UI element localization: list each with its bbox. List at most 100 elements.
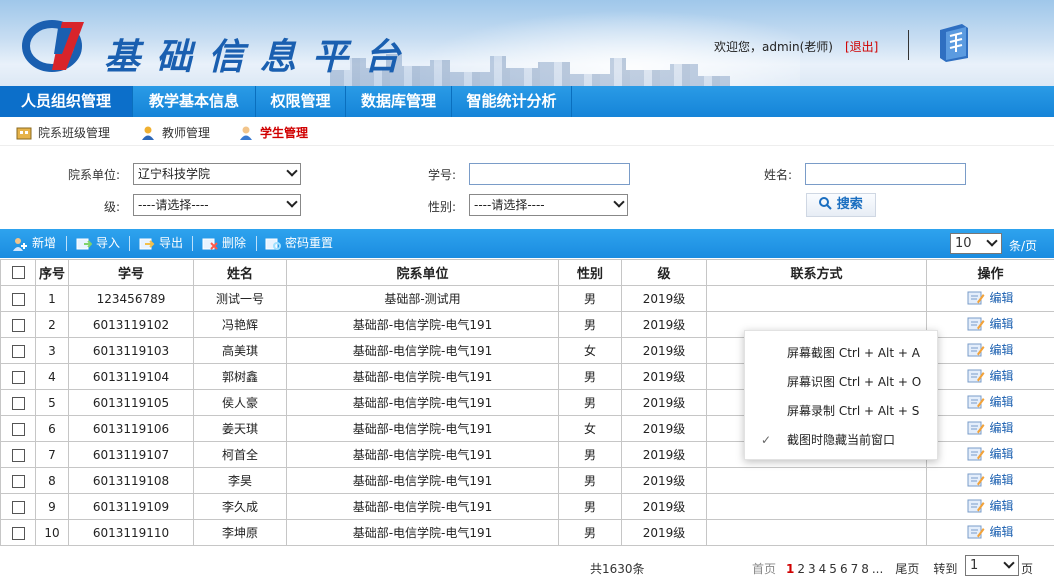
page-link[interactable]: 7 <box>851 562 859 576</box>
search-button-label: 搜索 <box>836 197 863 212</box>
menu-item-ocr[interactable]: 屏幕识图 Ctrl + Alt + O <box>745 368 939 396</box>
edit-button[interactable]: 编辑 <box>967 315 1014 332</box>
edit-icon <box>967 525 985 539</box>
grade: 2019级 <box>621 389 707 416</box>
page-size-unit: 条/页 <box>1009 239 1038 253</box>
student-name: 郭树鑫 <box>193 363 287 390</box>
select-all-checkbox[interactable] <box>11 266 25 279</box>
check-icon: ✓ <box>761 433 772 447</box>
column-header: 联系方式 <box>706 259 927 286</box>
row-checkbox[interactable] <box>11 422 25 436</box>
header-banner: 基础信息平台 欢迎您，admin(老师) [退出] <box>0 0 1054 86</box>
edit-button[interactable]: 编辑 <box>967 523 1014 540</box>
menu-item-hide-window[interactable]: ✓ 截图时隐藏当前窗口 <box>745 426 939 454</box>
edit-button[interactable]: 编辑 <box>967 497 1014 514</box>
menu-item-record[interactable]: 屏幕录制 Ctrl + Alt + S <box>745 397 939 425</box>
edit-button[interactable]: 编辑 <box>967 393 1014 410</box>
student-no: 6013119102 <box>68 311 194 338</box>
table-row: 8 6013119108 李昊 基础部-电信学院-电气191 男 2019级 编辑 <box>0 467 1054 494</box>
department: 基础部-电信学院-电气191 <box>286 441 559 468</box>
edit-label: 编辑 <box>989 395 1014 409</box>
delete-button[interactable]: 删除 <box>202 229 246 258</box>
menu-item-screenshot[interactable]: 屏幕截图 Ctrl + Alt + A <box>745 339 939 367</box>
logout-link[interactable]: [退出] <box>845 40 878 54</box>
goto-page-select[interactable]: 1 <box>965 555 1019 576</box>
page-link[interactable]: 5 <box>829 562 837 576</box>
select-all-cell <box>0 259 36 286</box>
nav-item-statistics[interactable]: 智能统计分析 <box>452 86 572 117</box>
student-no: 6013119109 <box>68 493 194 520</box>
edit-label: 编辑 <box>989 343 1014 357</box>
last-page-link[interactable]: 尾页 <box>895 560 919 577</box>
subnav-item-student[interactable]: 学生管理 <box>238 124 308 141</box>
row-checkbox[interactable] <box>11 448 25 462</box>
grade: 2019级 <box>621 415 707 442</box>
action-cell: 编辑 <box>926 337 1054 364</box>
edit-label: 编辑 <box>989 499 1014 513</box>
gender-select[interactable]: ----请选择---- <box>469 194 628 216</box>
nav-item-personnel[interactable]: 人员组织管理 <box>0 86 133 117</box>
reset-password-button[interactable]: 密码重置 <box>265 229 333 258</box>
row-checkbox[interactable] <box>11 396 25 410</box>
student-name: 姜天琪 <box>193 415 287 442</box>
edit-button[interactable]: 编辑 <box>967 367 1014 384</box>
page-link[interactable]: 6 <box>840 562 848 576</box>
row-checkbox[interactable] <box>11 500 25 514</box>
nav-item-permissions[interactable]: 权限管理 <box>256 86 346 117</box>
action-cell: 编辑 <box>926 441 1054 468</box>
edit-button[interactable]: 编辑 <box>967 445 1014 462</box>
gender: 男 <box>558 363 622 390</box>
gender: 男 <box>558 441 622 468</box>
search-button[interactable]: 搜索 <box>806 193 876 217</box>
grade-select[interactable]: ----请选择---- <box>133 194 301 216</box>
edit-button[interactable]: 编辑 <box>967 341 1014 358</box>
grade: 2019级 <box>621 337 707 364</box>
name-input[interactable] <box>805 163 966 185</box>
book-icon <box>940 24 968 62</box>
row-checkbox[interactable] <box>11 370 25 384</box>
page-link[interactable]: 4 <box>819 562 827 576</box>
edit-icon <box>967 473 985 487</box>
row-checkbox[interactable] <box>11 292 25 306</box>
row-checkbox[interactable] <box>11 344 25 358</box>
contact <box>706 467 927 494</box>
page-link[interactable]: 2 <box>797 562 805 576</box>
subnav-item-teacher[interactable]: 教师管理 <box>140 124 210 141</box>
import-button[interactable]: 导入 <box>76 229 120 258</box>
context-menu: 屏幕截图 Ctrl + Alt + A 屏幕识图 Ctrl + Alt + O … <box>744 330 938 460</box>
subnav-label: 院系班级管理 <box>38 126 111 140</box>
row-checkbox[interactable] <box>11 474 25 488</box>
edit-button[interactable]: 编辑 <box>967 289 1014 306</box>
dept-select[interactable]: 辽宁科技学院 <box>133 163 301 185</box>
export-icon <box>139 238 155 249</box>
nav-item-teaching-info[interactable]: 教学基本信息 <box>133 86 256 117</box>
row-index: 4 <box>35 363 69 390</box>
export-button[interactable]: 导出 <box>139 229 183 258</box>
student-no: 6013119108 <box>68 467 194 494</box>
edit-label: 编辑 <box>989 525 1014 539</box>
student-no-input[interactable] <box>469 163 630 185</box>
subnav-label: 学生管理 <box>260 126 309 140</box>
nav-item-database[interactable]: 数据库管理 <box>346 86 452 117</box>
action-cell: 编辑 <box>926 363 1054 390</box>
student-name: 柯首全 <box>193 441 287 468</box>
import-label: 导入 <box>96 236 121 250</box>
row-checkbox[interactable] <box>11 318 25 332</box>
page-link[interactable]: 1 <box>786 562 794 576</box>
add-button[interactable]: 新增 <box>12 229 56 258</box>
first-page-link[interactable]: 首页 <box>752 560 776 577</box>
row-checkbox[interactable] <box>11 526 25 540</box>
student-name: 李坤原 <box>193 519 287 546</box>
row-select-cell <box>0 519 36 546</box>
action-toolbar: 新增 导入 导出 删除 密码重置 <box>0 229 1054 258</box>
subnav-item-department[interactable]: 院系班级管理 <box>16 124 110 141</box>
department: 基础部-电信学院-电气191 <box>286 311 559 338</box>
page-link[interactable]: 3 <box>808 562 816 576</box>
page-size-select[interactable]: 10 <box>950 233 1002 254</box>
table-header-row: 序号 学号 姓名 院系单位 性别 级 联系方式 操作 <box>0 259 1054 286</box>
page-link[interactable]: 8 <box>861 562 869 576</box>
edit-button[interactable]: 编辑 <box>967 471 1014 488</box>
edit-button[interactable]: 编辑 <box>967 419 1014 436</box>
toolbar-separator <box>66 236 67 251</box>
gender-label: 性别: <box>427 200 456 214</box>
